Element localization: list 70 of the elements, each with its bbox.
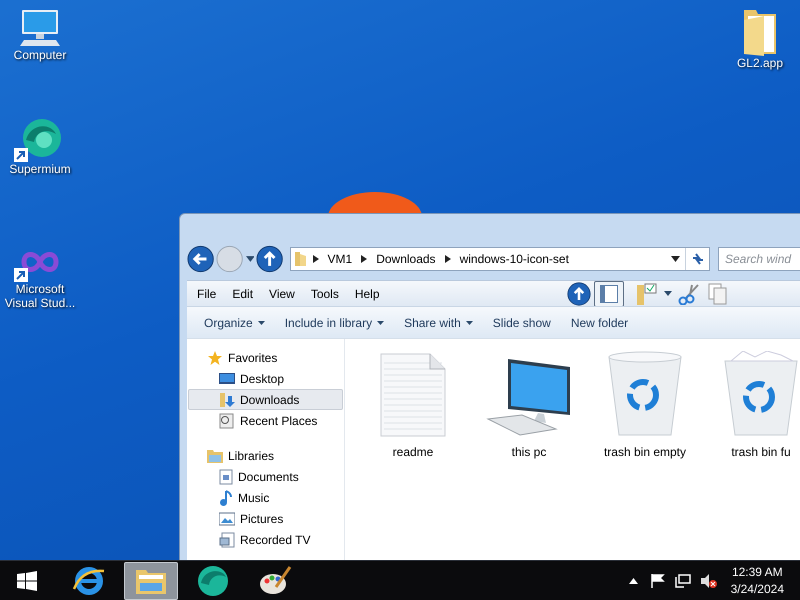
caret-down-icon[interactable]	[246, 256, 254, 262]
recycle-bin-icon	[607, 351, 683, 437]
command-button[interactable]: Slide show	[482, 310, 561, 334]
caret-down-icon[interactable]	[664, 291, 672, 296]
command-button[interactable]: Include in library	[274, 310, 394, 334]
document-clock-icon	[219, 412, 235, 428]
network-icon[interactable]	[674, 574, 691, 588]
desktop-icon-label[interactable]: Microsoft Visual Stud...	[4, 282, 76, 310]
folder-icon	[207, 448, 223, 462]
command-button[interactable]: Share with	[394, 310, 483, 334]
breadcrumb[interactable]: VM1	[324, 250, 356, 268]
star-icon	[207, 350, 223, 366]
copy-icon[interactable]	[708, 282, 728, 304]
palette-icon	[258, 564, 292, 596]
nav-item[interactable]: Recent Places	[188, 410, 343, 431]
scissors-icon[interactable]	[678, 282, 700, 304]
search-field[interactable]: Search wind	[718, 247, 800, 271]
caret-down-icon[interactable]	[671, 256, 680, 262]
menu-item[interactable]: Tools	[302, 284, 347, 302]
preview-pane-button[interactable]	[594, 280, 624, 306]
chevron-right-icon	[444, 255, 451, 263]
nav-group-label[interactable]: Libraries	[228, 446, 274, 464]
address-bar[interactable]: VM1 Downloads windows-10-icon-set	[290, 247, 710, 271]
command-button[interactable]: Organize	[194, 310, 275, 334]
flag-icon[interactable]	[650, 574, 665, 588]
desktop-icon-label[interactable]: GL2.app	[736, 56, 784, 70]
nav-item[interactable]: Documents	[188, 466, 343, 487]
back-button[interactable]	[187, 245, 214, 273]
document-screen-icon	[219, 532, 235, 548]
file-name[interactable]: trash bin fu	[731, 443, 791, 461]
speaker-muted-icon[interactable]	[700, 574, 717, 588]
nav-item[interactable]: Downloads	[188, 389, 343, 410]
nav-group-label[interactable]: Favorites	[228, 348, 278, 366]
command-button[interactable]: New folder	[560, 310, 638, 334]
chevron-right-icon	[361, 255, 368, 263]
folder-icon	[294, 251, 308, 267]
caret-up-icon[interactable]	[628, 578, 638, 584]
desktop-icon-label[interactable]: Computer	[14, 48, 66, 62]
desktop-computer-icon	[486, 357, 572, 437]
file-name[interactable]: trash bin empty	[604, 443, 686, 461]
breadcrumb[interactable]: Downloads	[372, 250, 440, 268]
folder-checklist-icon[interactable]	[636, 282, 658, 304]
up-button[interactable]	[256, 245, 284, 273]
chevron-right-icon	[312, 255, 318, 263]
picture-icon	[219, 512, 235, 526]
menu-item[interactable]: View	[261, 284, 303, 302]
nav-item[interactable]: Desktop	[188, 368, 343, 389]
menu-item[interactable]: Help	[346, 284, 388, 302]
nav-item[interactable]: Pictures	[188, 508, 343, 529]
menu-item[interactable]: File	[189, 284, 224, 302]
download-folder-icon	[219, 392, 235, 408]
desktop-icon-label[interactable]: Supermium	[9, 162, 71, 176]
monitor-icon	[18, 8, 62, 48]
nav-item[interactable]: Recorded TV	[188, 529, 343, 550]
breadcrumb[interactable]: windows-10-icon-set	[456, 250, 573, 268]
text-document-icon	[380, 353, 446, 437]
clock-time[interactable]: 12:39 AM	[732, 564, 783, 580]
browser-e-icon	[72, 564, 106, 596]
nav-item[interactable]: Music	[188, 487, 343, 508]
file-name[interactable]: this pc	[512, 443, 546, 461]
clock-date[interactable]: 3/24/2024	[730, 580, 784, 598]
music-note-icon	[219, 490, 233, 506]
app-logo-icon	[196, 564, 230, 596]
monitor-icon	[219, 372, 235, 386]
refresh-icon[interactable]	[690, 252, 704, 266]
menu-item[interactable]: Edit	[224, 284, 262, 302]
file-name[interactable]: readme	[392, 443, 434, 461]
windows-logo-icon	[17, 570, 37, 590]
document-icon	[219, 468, 233, 484]
up-button[interactable]	[567, 282, 591, 306]
